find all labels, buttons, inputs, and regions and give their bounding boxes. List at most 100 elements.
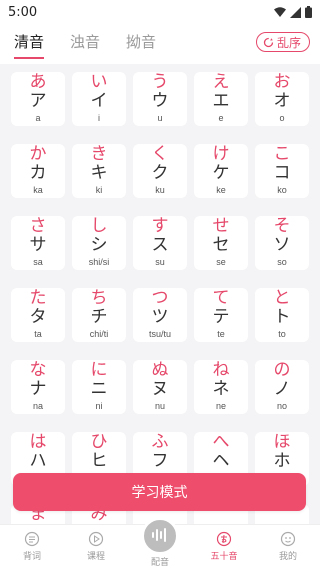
romaji-label: ko bbox=[277, 185, 287, 195]
katakana-char: テ bbox=[212, 307, 230, 327]
katakana-char: ケ bbox=[212, 163, 230, 183]
nav-item-courses[interactable]: 课程 bbox=[64, 525, 128, 570]
romaji-label: ki bbox=[95, 185, 103, 195]
romaji-label: e bbox=[218, 113, 224, 123]
kana-cell[interactable]: けケ ke bbox=[194, 144, 248, 198]
kana-cell[interactable]: なナ na bbox=[11, 360, 65, 414]
kana-cell[interactable]: とト to bbox=[255, 288, 309, 342]
hiragana-char: た bbox=[29, 288, 47, 308]
hiragana-char: て bbox=[212, 288, 230, 308]
kana-cell[interactable]: うウu bbox=[133, 72, 187, 126]
romaji-label: to bbox=[278, 329, 286, 339]
kana-cell[interactable]: さサ sa bbox=[11, 216, 65, 270]
katakana-char: キ bbox=[90, 163, 108, 183]
katakana-char: ノ bbox=[273, 379, 291, 399]
kana-grid-area: あア a いイ i うウ u えエ e おオ o かカ ka きキ ki くク ku けケ ke こコ ko さサ sa し… bbox=[0, 64, 320, 524]
hiragana-char: ね bbox=[212, 360, 230, 380]
shuffle-label: 乱序 bbox=[276, 35, 301, 50]
kana-cell[interactable]: せセ se bbox=[194, 216, 248, 270]
hiragana-char: ほ bbox=[273, 432, 291, 452]
nav-item-dubbing[interactable]: 配音 bbox=[128, 517, 192, 570]
katakana-char: フ bbox=[151, 451, 169, 471]
kana-cell[interactable]: あアa bbox=[11, 72, 65, 126]
hiragana-char: う bbox=[151, 72, 169, 92]
romaji-label: se bbox=[216, 257, 226, 267]
katakana-char: ソ bbox=[273, 235, 291, 255]
hiragana-char: あ bbox=[29, 72, 47, 92]
romaji-label: su bbox=[155, 257, 165, 267]
romaji-label: sa bbox=[33, 257, 43, 267]
shuffle-button[interactable]: 乱序 bbox=[255, 32, 310, 52]
kana-cell[interactable]: ねネ ne bbox=[194, 360, 248, 414]
kana-cell[interactable]: ぬヌ nu bbox=[133, 360, 187, 414]
kana-cell[interactable]: しシ shi/si bbox=[72, 216, 126, 270]
hiragana-char: ひ bbox=[90, 432, 108, 452]
katakana-char: カ bbox=[29, 163, 47, 183]
romaji-label: so bbox=[277, 257, 287, 267]
katakana-char: サ bbox=[29, 235, 47, 255]
kana-cell[interactable]: くク ku bbox=[133, 144, 187, 198]
kana-cell[interactable]: きキ ki bbox=[72, 144, 126, 198]
kana-a-icon bbox=[216, 531, 232, 549]
nav-label-words: 背词 bbox=[22, 552, 41, 562]
romaji-label: chi/ti bbox=[89, 329, 109, 339]
katakana-char: セ bbox=[212, 235, 230, 255]
hiragana-char: け bbox=[212, 144, 230, 164]
romaji-label: no bbox=[276, 401, 287, 411]
romaji-label: tsu/tu bbox=[148, 329, 171, 339]
nav-item-profile[interactable]: 我的 bbox=[256, 525, 320, 570]
hiragana-char: く bbox=[151, 144, 169, 164]
hiragana-char: の bbox=[273, 360, 291, 380]
hiragana-char: な bbox=[29, 360, 47, 380]
katakana-char: ヒ bbox=[90, 451, 108, 471]
status-icons bbox=[274, 6, 312, 18]
romaji-label: shi/si bbox=[88, 257, 110, 267]
kana-cell[interactable]: かカ ka bbox=[11, 144, 65, 198]
kana-cell[interactable]: すス su bbox=[133, 216, 187, 270]
nav-label-profile: 我的 bbox=[278, 552, 297, 562]
tab-dakuon[interactable]: 浊音 bbox=[70, 31, 100, 52]
katakana-char: チ bbox=[90, 307, 108, 327]
hiragana-char: と bbox=[273, 288, 291, 308]
hiragana-char: つ bbox=[151, 288, 169, 308]
battery-icon bbox=[305, 6, 312, 18]
romaji-label: ke bbox=[216, 185, 226, 195]
kana-cell[interactable]: たタ ta bbox=[11, 288, 65, 342]
wifi-icon bbox=[274, 6, 286, 18]
study-mode-button[interactable]: 学习模式 bbox=[13, 473, 306, 511]
katakana-char: オ bbox=[273, 91, 291, 111]
hiragana-char: へ bbox=[212, 432, 230, 452]
kana-cell[interactable]: てテ te bbox=[194, 288, 248, 342]
status-bar: 5:00 bbox=[0, 0, 320, 24]
kana-cell[interactable]: つツ tsu/tu bbox=[133, 288, 187, 342]
katakana-char: コ bbox=[273, 163, 291, 183]
romaji-label: ne bbox=[215, 401, 226, 411]
kana-cell[interactable]: いイi bbox=[72, 72, 126, 126]
kana-cell[interactable]: のノ no bbox=[255, 360, 309, 414]
katakana-char: ニ bbox=[90, 379, 108, 399]
kana-cell[interactable]: ちチ chi/ti bbox=[72, 288, 126, 342]
hiragana-char: そ bbox=[273, 216, 291, 236]
kana-grid: あア a いイ i うウ u えエ e おオ o かカ ka きキ ki くク ku けケ ke こコ ko さサ sa し… bbox=[11, 72, 309, 524]
kana-cell[interactable]: そソ so bbox=[255, 216, 309, 270]
kana-cell[interactable]: こコ ko bbox=[255, 144, 309, 198]
kana-cell[interactable]: にニ ni bbox=[72, 360, 126, 414]
kana-cell[interactable]: えエe bbox=[194, 72, 248, 126]
kana-type-tabs: 清音 浊音 拗音 乱序 bbox=[0, 28, 320, 59]
tab-seion[interactable]: 清音 bbox=[14, 31, 45, 59]
hiragana-char: に bbox=[90, 360, 108, 380]
hiragana-char: ふ bbox=[151, 432, 169, 452]
hiragana-char: ち bbox=[90, 288, 108, 308]
romaji-label: a bbox=[35, 113, 41, 123]
hiragana-char: こ bbox=[273, 144, 291, 164]
nav-item-words[interactable]: 背词 bbox=[0, 525, 64, 570]
nav-item-gojuon[interactable]: 五十音 bbox=[192, 525, 256, 570]
katakana-char: ウ bbox=[151, 91, 169, 111]
tab-yoon[interactable]: 拗音 bbox=[126, 31, 156, 52]
katakana-char: タ bbox=[29, 307, 47, 327]
hiragana-char: き bbox=[90, 144, 108, 164]
romaji-label: o bbox=[279, 113, 285, 123]
kana-cell[interactable]: おオo bbox=[255, 72, 309, 126]
nav-label-courses: 课程 bbox=[86, 552, 105, 562]
katakana-char: ク bbox=[151, 163, 169, 183]
